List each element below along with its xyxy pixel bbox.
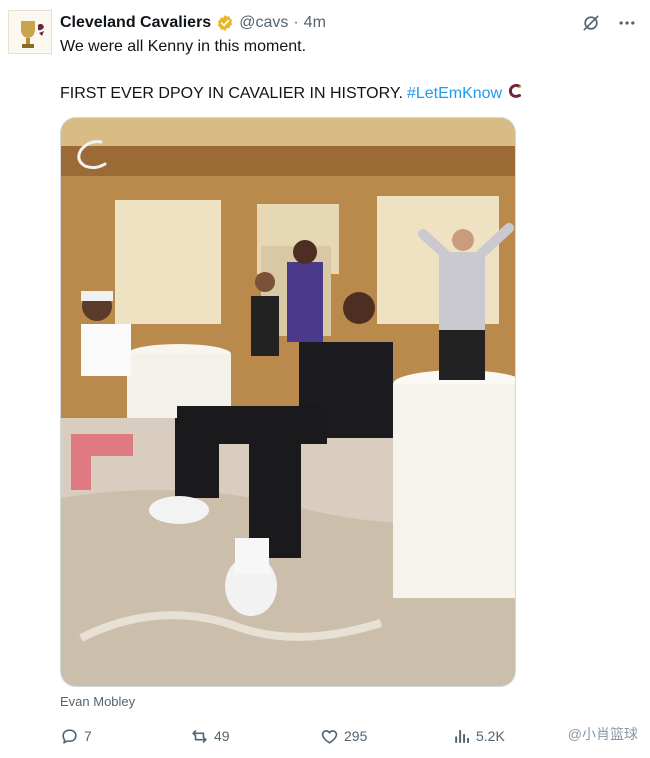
like-count: 295 [344,728,368,744]
post-text-headline: FIRST EVER DPOY IN CAVALIER IN HISTORY. [60,85,403,102]
heart-icon [321,729,338,744]
post-header: Cleveland Cavaliers @cavs · 4m [60,12,326,34]
tagged-user[interactable]: Evan Mobley [60,694,135,709]
repost-count: 49 [214,728,230,744]
post-text-line2: FIRST EVER DPOY IN CAVALIER IN HISTORY. … [60,82,524,106]
watermark: @小肖篮球 [568,724,638,744]
reply-count: 7 [84,728,92,744]
author-handle[interactable]: @cavs [239,14,288,32]
views-icon [455,729,470,743]
grok-icon[interactable] [580,12,602,34]
repost-button[interactable]: 49 [190,724,230,748]
watermark-text: @小肖篮球 [567,726,638,742]
reply-icon [62,728,77,744]
views-count: 5.2K [476,728,505,744]
engagement-bar: 7 49 295 5.2K [60,724,640,748]
celebration-photo [61,118,515,686]
trophy-logo [9,11,51,53]
cavs-c-icon [506,82,524,106]
post-text-line1: We were all Kenny in this moment. [60,38,307,55]
post-photo[interactable] [60,117,516,687]
hashtag-link[interactable]: #LetEmKnow [407,84,502,104]
separator-dot: · [293,14,299,31]
author-name[interactable]: Cleveland Cavaliers [60,14,211,32]
like-button[interactable]: 295 [320,724,367,748]
top-actions [580,12,638,34]
verified-badge-icon [216,14,234,32]
more-icon[interactable] [616,12,638,34]
author-avatar[interactable] [8,10,52,54]
repost-icon [192,729,207,743]
reply-button[interactable]: 7 [60,724,92,748]
post-time[interactable]: 4m [304,14,326,32]
views-button[interactable]: 5.2K [452,724,505,748]
